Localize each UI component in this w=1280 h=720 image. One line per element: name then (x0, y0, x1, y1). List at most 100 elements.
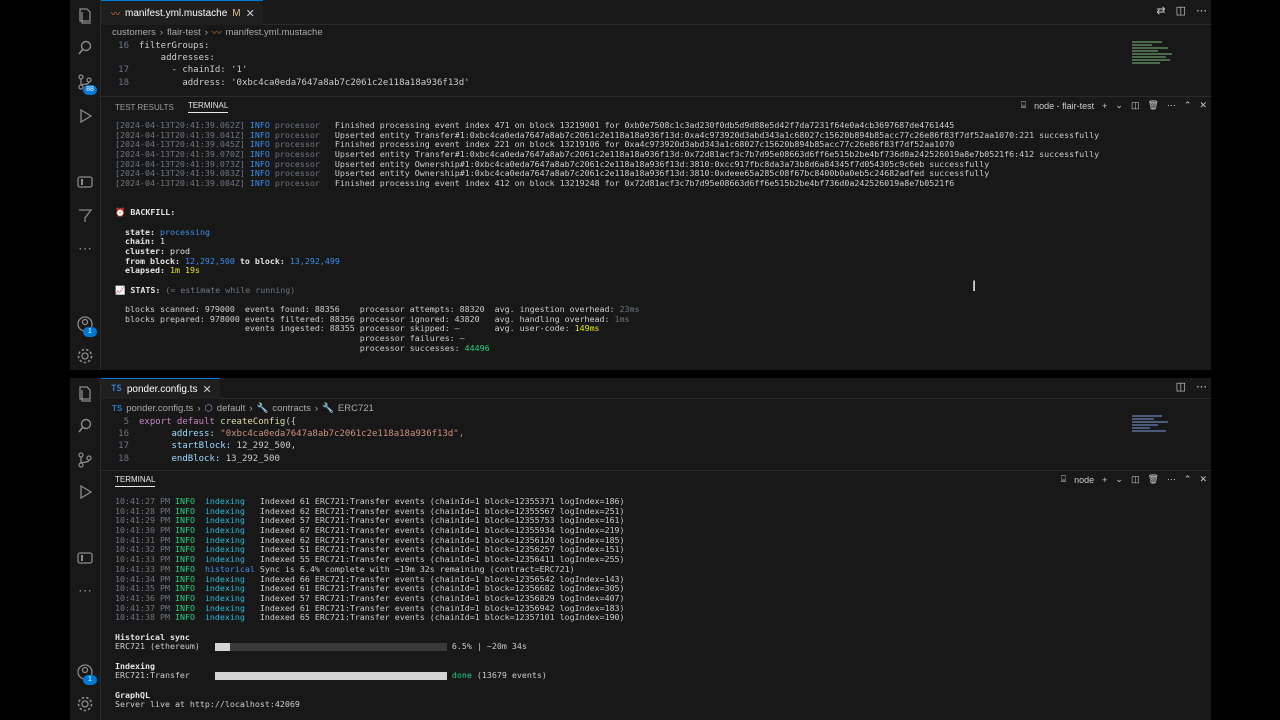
activity-bar: 88 ⋯ 1 (70, 0, 101, 370)
split-terminal-icon[interactable]: ◫ (1131, 474, 1140, 485)
account-badge: 1 (83, 327, 97, 337)
split-editor-icon[interactable]: ◫ (1176, 4, 1186, 17)
split-terminal-icon[interactable]: ◫ (1131, 100, 1140, 111)
close-tab-icon[interactable]: ✕ (246, 7, 255, 20)
bottom-panel: TEST RESULTS TERMINAL ⌸ node - flair-tes… (101, 96, 1211, 370)
more-icon[interactable]: ⋯ (1167, 100, 1176, 111)
explorer-icon[interactable] (75, 6, 95, 26)
minimap[interactable] (1132, 414, 1176, 433)
terminal-icon: ⌸ (1020, 100, 1027, 110)
tab-label: manifest.yml.mustache (125, 7, 228, 19)
breadcrumb-item[interactable]: manifest.yml.mustache (225, 27, 322, 38)
code-line: 17 startBlock: 12_292_500, (118, 441, 297, 452)
tab-manifest[interactable]: 〰 manifest.yml.mustache M ✕ (101, 0, 263, 25)
editor-actions: ◫ ⋯ (1176, 380, 1207, 393)
tab-terminal[interactable]: TERMINAL (115, 475, 156, 487)
code-line: 16 address: "0xbc4ca0eda7647a8ab7c2061c2… (118, 429, 465, 440)
chevron-right-icon: › (197, 402, 201, 414)
stats-heading: 📈 STATS: (≈ estimate while running) (115, 284, 296, 295)
run-debug-icon[interactable] (75, 482, 95, 502)
log-line: 10:41:38 PM INFO indexing Indexed 65 ERC… (115, 612, 625, 623)
close-tab-icon[interactable]: ✕ (202, 383, 211, 396)
mustache-icon: 〰 (211, 28, 222, 39)
more-actions-icon[interactable]: ⋯ (1196, 380, 1207, 393)
account-icon[interactable]: 1 (75, 314, 97, 337)
split-editor-icon[interactable]: ◫ (1176, 380, 1186, 393)
more-icon[interactable]: ⋯ (75, 238, 95, 258)
backfill-heading: ⏰ BACKFILL: (115, 207, 176, 218)
remote-explorer-icon[interactable] (75, 172, 95, 192)
alarm-icon: ⏰ (115, 207, 126, 218)
add-terminal-icon[interactable]: + (1102, 475, 1107, 485)
terminal-name[interactable]: node (1074, 475, 1094, 485)
source-control-icon[interactable]: 88 (75, 72, 97, 95)
chevron-down-icon[interactable]: ⌄ (1115, 100, 1123, 111)
panel-tabs: TERMINAL (101, 471, 1211, 491)
tab-terminal[interactable]: TERMINAL (187, 101, 229, 113)
remote-explorer-icon[interactable] (75, 548, 95, 568)
code-line: addresses: (139, 53, 215, 64)
editor-tab-bar: 〰 manifest.yml.mustache M ✕ ⇄ ◫ ⋯ (101, 0, 1211, 25)
settings-gear-icon[interactable] (75, 694, 95, 714)
chart-icon: 📈 (115, 284, 126, 295)
chevron-right-icon: › (249, 402, 253, 414)
text-cursor-icon: I (972, 279, 977, 295)
wrench-icon: 🔧 (322, 402, 334, 414)
modified-indicator: M (232, 7, 241, 19)
testing-icon[interactable] (75, 206, 95, 226)
minimap[interactable] (1132, 40, 1176, 65)
maximize-panel-icon[interactable]: ⌃ (1184, 100, 1192, 111)
historical-progress-bar (214, 642, 447, 651)
account-icon[interactable]: 1 (75, 662, 97, 685)
wrench-icon: 🔧 (256, 402, 269, 414)
chevron-right-icon: › (204, 26, 208, 38)
run-debug-icon[interactable] (75, 106, 95, 126)
breadcrumb: TS ponder.config.ts › ⬡ default › 🔧 contra… (112, 401, 374, 415)
trash-icon[interactable]: 🗑 (1147, 100, 1158, 111)
breadcrumb-item[interactable]: customers (112, 27, 156, 38)
bottom-panel: TERMINAL ⌸ node + ⌄ ◫ 🗑 ⋯ ⌃ ✕ 10:41:27 P… (101, 470, 1211, 720)
terminal-name[interactable]: node - flair-test (1034, 101, 1094, 111)
chevron-right-icon: › (159, 26, 163, 38)
breadcrumb-item[interactable]: default (217, 403, 246, 414)
backfill-elapsed: elapsed: 1m 19s (125, 265, 200, 276)
panel-actions: ⌸ node - flair-test + ⌄ ◫ 🗑 ⋯ ⌃ ✕ (1021, 100, 1207, 111)
activity-bar: ⋯ 1 (70, 378, 101, 720)
log-list: 10:41:27 PM INFO indexing Indexed 61 ERC… (115, 496, 625, 623)
code-editor[interactable]: 16 filterGroups: addresses: 17 - chainId:… (101, 40, 1211, 89)
more-icon[interactable]: ⋯ (1167, 474, 1176, 485)
account-badge: 1 (83, 675, 97, 685)
maximize-panel-icon[interactable]: ⌃ (1184, 474, 1192, 485)
tab-ponder-config[interactable]: TS ponder.config.ts ✕ (101, 378, 220, 399)
editor-tab-bar: TS ponder.config.ts ✕ ◫ ⋯ (101, 378, 1211, 399)
typescript-icon: TS (111, 384, 122, 394)
close-panel-icon[interactable]: ✕ (1199, 100, 1207, 111)
bottom-editor-window: ⋯ 1 TS ponder.config.ts ✕ ◫ ⋯ TS ponder.… (70, 378, 1211, 720)
add-terminal-icon[interactable]: + (1102, 101, 1107, 111)
source-control-icon[interactable] (75, 450, 95, 470)
backfill-range: from block: 12,292,500 to block: 13,292,… (125, 255, 340, 266)
compare-icon[interactable]: ⇄ (1156, 4, 1165, 17)
breadcrumb-item[interactable]: flair-test (167, 27, 201, 38)
search-icon[interactable] (75, 38, 95, 58)
breadcrumb-item[interactable]: ERC721 (338, 403, 374, 414)
code-line: 17 - chainId: '1' (118, 65, 248, 76)
settings-gear-icon[interactable] (75, 346, 95, 366)
terminal-icon: ⌸ (1060, 474, 1067, 484)
trash-icon[interactable]: 🗑 (1147, 474, 1158, 485)
tab-test-results[interactable]: TEST RESULTS (115, 103, 174, 112)
more-icon[interactable]: ⋯ (75, 580, 95, 600)
terminal-output[interactable]: 10:41:27 PM INFO indexing Indexed 61 ERC… (115, 496, 625, 710)
search-icon[interactable] (75, 416, 95, 436)
code-editor[interactable]: 5 export default createConfig({ 16 addres… (101, 416, 1211, 465)
terminal-output[interactable]: [2024-04-13T20:41:39.062Z] INFO processo… (115, 120, 1099, 354)
breadcrumb-item[interactable]: contracts (272, 403, 311, 414)
chevron-down-icon[interactable]: ⌄ (1115, 474, 1123, 485)
close-panel-icon[interactable]: ✕ (1199, 474, 1207, 485)
code-line: 5 export default createConfig({ (123, 417, 297, 427)
more-actions-icon[interactable]: ⋯ (1196, 4, 1207, 17)
indexing-progress-bar (214, 671, 447, 680)
historical-sync-row: ERC721 (ethereum) 6.5% | ~20m 34s (115, 641, 527, 652)
breadcrumb-item[interactable]: ponder.config.ts (126, 403, 193, 414)
explorer-icon[interactable] (75, 384, 95, 404)
